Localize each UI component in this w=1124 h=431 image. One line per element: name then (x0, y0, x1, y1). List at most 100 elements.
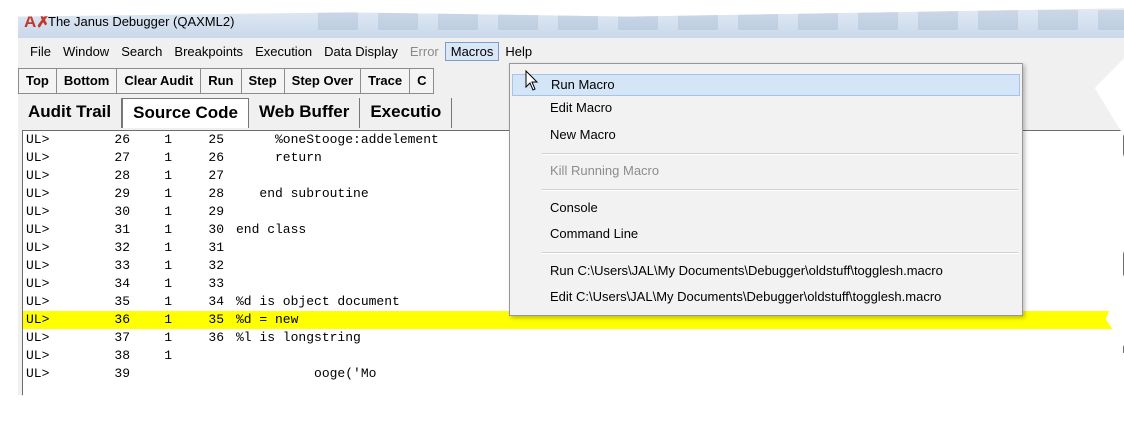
menu-help[interactable]: Help (499, 42, 538, 61)
line-number: 35 (114, 294, 130, 309)
menu-item-edit-macro[interactable]: Edit Macro (550, 98, 612, 118)
run-button[interactable]: Run (200, 68, 242, 94)
line-depth: 1 (164, 258, 172, 273)
macros-dropdown-menu: Run Macro Edit Macro New Macro Kill Runn… (509, 63, 1023, 316)
line-prefix: UL> (26, 132, 50, 147)
line-number: 37 (114, 330, 130, 345)
line-number: 27 (114, 150, 130, 165)
source-line-number (172, 365, 224, 383)
line-depth: 1 (164, 186, 172, 201)
code-text: %oneStooge:addelement (236, 132, 439, 147)
source-line-number: 29 (208, 204, 224, 219)
code-line-row[interactable]: UL> 37 1 36 %l is longstring (23, 329, 1123, 347)
line-prefix: UL> (26, 330, 50, 345)
top-button[interactable]: Top (18, 68, 57, 94)
source-line-number: 31 (208, 240, 224, 255)
code-text: %l is longstring (236, 330, 361, 345)
code-text: %d is object document (236, 294, 400, 309)
menu-item-kill-running-macro[interactable]: Kill Running Macro (550, 161, 659, 181)
menu-separator (542, 153, 1018, 155)
trace-button[interactable]: Trace (360, 68, 411, 94)
tab-source-code[interactable]: Source Code (122, 98, 249, 128)
line-prefix: UL> (26, 150, 50, 165)
mouse-pointer-icon (525, 70, 539, 91)
line-number: 39 (114, 366, 130, 381)
line-depth: 1 (164, 276, 172, 291)
menu-execution[interactable]: Execution (249, 42, 318, 61)
line-depth: 1 (164, 312, 172, 327)
source-line-number: 25 (208, 132, 224, 147)
background-toolbar-ghost (318, 10, 1124, 30)
line-depth: 1 (164, 348, 172, 363)
step-button[interactable]: Step (240, 68, 285, 94)
menu-item-run-recent-macro[interactable]: Run C:\Users\JAL\My Documents\Debugger\o… (550, 261, 943, 281)
line-depth: 1 (164, 204, 172, 219)
menu-search[interactable]: Search (115, 42, 168, 61)
line-prefix: UL> (26, 204, 50, 219)
line-number: 36 (114, 312, 130, 327)
line-prefix: UL> (26, 276, 50, 291)
line-prefix: UL> (26, 258, 50, 273)
menu-data-display[interactable]: Data Display (318, 42, 404, 61)
line-prefix: UL> (26, 348, 50, 363)
janus-debugger-icon: A✗ (24, 12, 51, 31)
line-depth: 1 (164, 132, 172, 147)
line-number: 28 (114, 168, 130, 183)
menu-file[interactable]: File (24, 42, 57, 61)
code-text: end class (236, 222, 307, 237)
clear-audit-button[interactable]: Clear Audit (116, 68, 202, 94)
bottom-button[interactable]: Bottom (55, 68, 118, 94)
source-line-number: 28 (208, 186, 224, 201)
code-line-row[interactable]: UL> 38 1 (23, 347, 1123, 365)
code-line-row[interactable]: UL> 39 ooge('Mo (23, 365, 1123, 383)
menu-separator (542, 252, 1018, 254)
menu-item-command-line[interactable]: Command Line (550, 224, 638, 244)
menu-separator (542, 189, 1018, 191)
menu-bar: File Window Search Breakpoints Execution… (18, 40, 1124, 62)
menu-item-run-macro[interactable]: Run Macro (512, 74, 1020, 96)
line-prefix: UL> (26, 312, 50, 327)
line-number: 26 (114, 132, 130, 147)
line-prefix: UL> (26, 168, 50, 183)
menu-item-edit-recent-macro[interactable]: Edit C:\Users\JAL\My Documents\Debugger\… (550, 287, 941, 307)
source-line-number: 36 (208, 330, 224, 345)
code-text: %d = new (236, 312, 299, 327)
line-depth: 1 (164, 150, 172, 165)
menu-error[interactable]: Error (404, 42, 445, 61)
line-prefix: UL> (26, 366, 50, 381)
tab-audit-trail[interactable]: Audit Trail (18, 98, 123, 128)
code-text: ooge('Mo (236, 366, 377, 381)
line-number: 34 (114, 276, 130, 291)
line-number: 38 (114, 348, 130, 363)
line-prefix: UL> (26, 186, 50, 201)
line-number: 29 (114, 186, 130, 201)
menu-macros[interactable]: Macros (444, 41, 500, 61)
source-line-number: 33 (208, 276, 224, 291)
step-over-button[interactable]: Step Over (283, 68, 362, 94)
menu-item-new-macro[interactable]: New Macro (550, 125, 616, 145)
line-depth: 1 (164, 294, 172, 309)
line-depth: 1 (164, 240, 172, 255)
truncated-button[interactable]: C (409, 68, 435, 94)
line-prefix: UL> (26, 294, 50, 309)
title-bar: A✗ The Janus Debugger (QAXML2) (18, 8, 1124, 38)
source-line-number: 34 (208, 294, 224, 309)
line-number: 31 (114, 222, 130, 237)
tab-execution[interactable]: Executio (360, 98, 453, 128)
source-line-number: 27 (208, 168, 224, 183)
menu-item-console[interactable]: Console (550, 198, 598, 218)
menu-breakpoints[interactable]: Breakpoints (168, 42, 249, 61)
source-line-number: 35 (208, 312, 224, 327)
line-number: 33 (114, 258, 130, 273)
tab-web-buffer[interactable]: Web Buffer (249, 98, 361, 128)
line-depth (130, 365, 172, 383)
window-title: The Janus Debugger (QAXML2) (48, 14, 235, 29)
menu-window[interactable]: Window (57, 42, 115, 61)
line-depth: 1 (164, 168, 172, 183)
